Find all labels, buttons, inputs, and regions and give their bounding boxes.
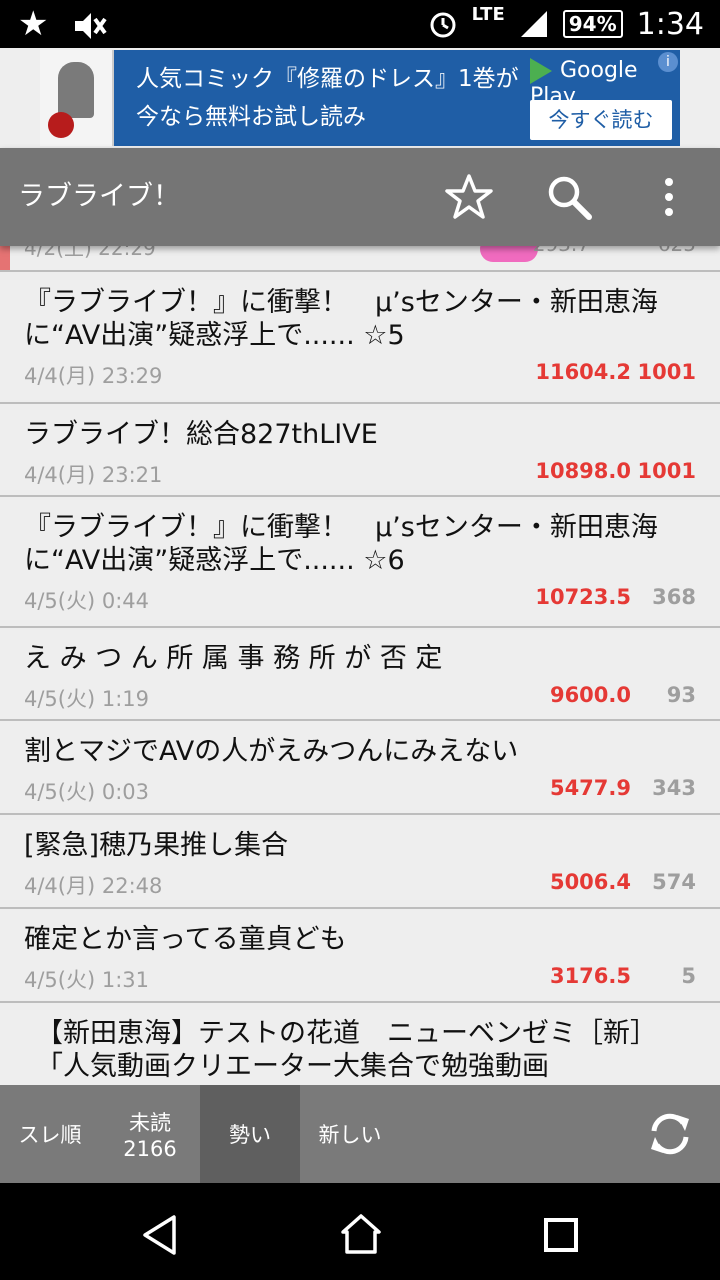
tab-label: スレ順 <box>18 1123 82 1147</box>
sort-tab-bar: スレ順 未読 2166 勢い 新しい <box>0 1085 720 1183</box>
thread-date: 4/5(火) 1:19 <box>24 687 150 711</box>
thread-count: 1001 <box>637 459 696 483</box>
ad-banner[interactable]: 人気コミック『修羅のドレス』1巻が 今なら無料お試し読み Google Play… <box>40 50 680 146</box>
muted-speaker-icon <box>75 12 107 39</box>
ad-read-now-button[interactable]: 今すぐ読む <box>530 100 672 140</box>
recents-icon[interactable] <box>543 1217 579 1253</box>
thread-title: 『ラブライブ！』に衝撃！ μ’sセンター・新田恵海に“AV出演”疑惑浮上で...… <box>24 287 658 351</box>
unread-count: 2166 <box>123 1137 177 1161</box>
thread-title: 『ラブライブ！』に衝撃！ μ’sセンター・新田恵海に“AV出演”疑惑浮上で...… <box>24 512 658 576</box>
tab-thread-order[interactable]: スレ順 <box>0 1085 100 1183</box>
thread-count: 574 <box>652 870 696 894</box>
partial-thread-row[interactable]: 4/2(土) 22:29 293.7 625 <box>0 246 720 272</box>
network-type: LTE <box>471 3 505 25</box>
back-icon[interactable] <box>142 1215 178 1255</box>
ad-text: 人気コミック『修羅のドレス』1巻が 今なら無料お試し読み <box>136 60 519 136</box>
thread-title: 確定とか言ってる童貞ども <box>24 924 347 955</box>
thread-row[interactable]: [緊急]穂乃果推し集合 4/4(月) 22:48 5006.4 574 <box>0 815 720 909</box>
alarm-icon <box>430 12 456 38</box>
thread-date: 4/5(火) 1:31 <box>24 968 150 992</box>
thread-score: 3176.5 <box>549 964 631 988</box>
app-bar: ラブライブ！ <box>0 148 720 246</box>
thread-count: 368 <box>652 585 696 609</box>
thread-score: 5006.4 <box>549 870 631 894</box>
thread-score: 293.7 <box>533 246 590 256</box>
thread-row[interactable]: ラブライブ！総合827thLIVE 4/4(月) 23:21 10898.0 100… <box>0 404 720 497</box>
thread-date: 4/5(火) 0:03 <box>24 780 150 804</box>
signal-icon <box>520 11 547 37</box>
ad-line-2: 今なら無料お試し読み <box>136 104 366 130</box>
navigation-bar <box>0 1183 720 1280</box>
tab-label: 未読 <box>129 1111 171 1135</box>
thread-row[interactable]: 『ラブライブ！』に衝撃！ μ’sセンター・新田恵海に“AV出演”疑惑浮上で...… <box>0 497 720 628</box>
thread-title: 割とマジでAVの人がえみつんにみえない <box>24 736 519 767</box>
thread-row[interactable]: 【新田恵海】テストの花道 ニューベンゼミ［新］「人気動画クリエーター大集合で勉強… <box>0 1003 720 1084</box>
thread-date: 4/2(土) 22:29 <box>24 246 156 260</box>
thread-date: 4/5(火) 0:44 <box>24 589 150 613</box>
ad-info-icon[interactable]: i <box>658 52 678 72</box>
tab-newest[interactable]: 新しい <box>300 1085 400 1183</box>
thread-row[interactable]: え み つ ん 所 属 事 務 所 が 否 定 4/5(火) 1:19 9600.… <box>0 628 720 721</box>
tab-momentum[interactable]: 勢い <box>200 1085 300 1183</box>
thread-score: 10898.0 <box>535 459 631 483</box>
thread-date: 4/4(月) 22:48 <box>24 874 163 898</box>
thread-title: [緊急]穂乃果推し集合 <box>24 830 289 861</box>
star-outline-icon[interactable] <box>444 172 494 222</box>
tab-unread[interactable]: 未読 2166 <box>100 1085 200 1183</box>
thread-score: 11604.2 <box>535 360 631 384</box>
ad-line-1: 人気コミック『修羅のドレス』1巻が <box>136 66 519 92</box>
star-icon: ★ <box>18 4 49 44</box>
thread-score: 5477.9 <box>549 776 631 800</box>
thread-count: 625 <box>658 246 696 256</box>
thread-row[interactable]: 割とマジでAVの人がえみつんにみえない 4/5(火) 0:03 5477.9 343 <box>0 721 720 815</box>
thread-date: 4/4(月) 23:29 <box>24 364 163 388</box>
thread-score: 9600.0 <box>549 683 631 707</box>
status-bar: ★ LTE 94% 1:34 <box>0 0 720 48</box>
thread-title: 【新田恵海】テストの花道 ニューベンゼミ［新］「人気動画クリエーター大集合で勉強… <box>36 1018 657 1082</box>
new-count-badge <box>480 246 538 262</box>
tab-label: 新しい <box>318 1123 382 1147</box>
thread-count: 93 <box>666 683 696 707</box>
clock: 1:34 <box>636 6 704 42</box>
comic-cover-image <box>40 50 114 146</box>
thread-row[interactable]: 確定とか言ってる童貞ども 4/5(火) 1:31 3176.5 5 <box>0 909 720 1003</box>
tab-label: 勢い <box>229 1123 271 1147</box>
thread-count: 5 <box>681 964 696 988</box>
thread-title: ラブライブ！総合827thLIVE <box>24 419 378 450</box>
thread-score: 10723.5 <box>535 585 631 609</box>
unread-marker <box>0 246 10 270</box>
home-icon[interactable] <box>340 1213 382 1255</box>
thread-title: え み つ ん 所 属 事 務 所 が 否 定 <box>24 643 443 674</box>
search-icon[interactable] <box>544 172 594 222</box>
overflow-menu-icon[interactable] <box>644 172 694 222</box>
play-store-icon <box>530 58 552 84</box>
thread-date: 4/4(月) 23:21 <box>24 463 163 487</box>
thread-count: 343 <box>652 776 696 800</box>
refresh-icon[interactable] <box>645 1109 695 1159</box>
thread-list[interactable]: 4/2(土) 22:29 293.7 625 『ラブライブ！』に衝撃！ μ’sセ… <box>0 246 720 1084</box>
thread-row[interactable]: 『ラブライブ！』に衝撃！ μ’sセンター・新田恵海に“AV出演”疑惑浮上で...… <box>0 272 720 404</box>
board-title: ラブライブ！ <box>18 181 180 212</box>
battery-indicator: 94% <box>562 10 623 38</box>
thread-count: 1001 <box>637 360 696 384</box>
